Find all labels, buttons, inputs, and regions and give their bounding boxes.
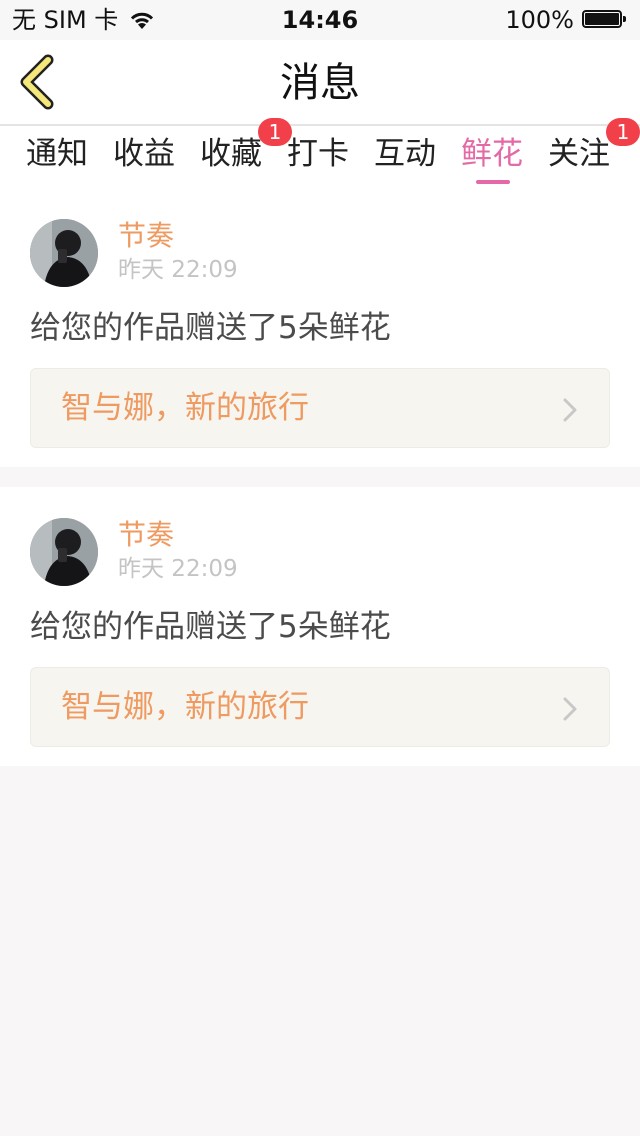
- avatar[interactable]: [30, 219, 98, 287]
- author-name[interactable]: 节奏: [118, 518, 174, 552]
- message-card: 节奏 昨天 22:09 给您的作品赠送了5朵鲜花 智与娜，新的旅行: [0, 188, 640, 467]
- avatar[interactable]: [30, 518, 98, 586]
- status-bar: 无 SIM 卡 14:46 100%: [0, 0, 640, 40]
- tab-interactions[interactable]: 互动: [374, 132, 436, 182]
- tab-earnings[interactable]: 收益: [113, 132, 175, 182]
- chevron-right-icon: [563, 697, 577, 721]
- page-title: 消息: [280, 60, 360, 106]
- tab-label: 收藏: [200, 136, 262, 172]
- tab-label: 关注: [548, 136, 610, 172]
- tab-label: 互动: [374, 136, 436, 172]
- tab-bar: 通知 收益 收藏 1 打卡 互动 鲜花 关注 1: [0, 118, 640, 188]
- battery-icon: [582, 10, 628, 30]
- message-time: 昨天 22:09: [118, 257, 238, 283]
- tab-label: 通知: [26, 136, 88, 172]
- tab-flowers[interactable]: 鲜花: [461, 132, 523, 184]
- message-text: 给您的作品赠送了5朵鲜花: [30, 310, 391, 346]
- tab-favorites[interactable]: 收藏: [200, 132, 262, 182]
- tab-checkin[interactable]: 打卡: [287, 132, 349, 182]
- message-card: 节奏 昨天 22:09 给您的作品赠送了5朵鲜花 智与娜，新的旅行: [0, 487, 640, 766]
- message-time: 昨天 22:09: [118, 556, 238, 582]
- work-link[interactable]: 智与娜，新的旅行: [30, 368, 610, 448]
- status-right: 100%: [505, 6, 628, 34]
- author-name[interactable]: 节奏: [118, 219, 174, 253]
- battery-percent: 100%: [505, 6, 574, 34]
- chevron-right-icon: [563, 398, 577, 422]
- tab-notifications[interactable]: 通知: [26, 132, 88, 182]
- active-tab-indicator: [476, 180, 510, 184]
- unread-badge: 1: [606, 118, 640, 146]
- tab-label: 鲜花: [461, 136, 523, 172]
- tab-follows[interactable]: 关注: [548, 132, 610, 182]
- navigation-bar: 消息: [0, 40, 640, 126]
- work-link[interactable]: 智与娜，新的旅行: [30, 667, 610, 747]
- message-text: 给您的作品赠送了5朵鲜花: [30, 609, 391, 645]
- tab-label: 打卡: [287, 136, 349, 172]
- work-title: 智与娜，新的旅行: [61, 689, 309, 725]
- work-title: 智与娜，新的旅行: [61, 390, 309, 426]
- tab-label: 收益: [113, 136, 175, 172]
